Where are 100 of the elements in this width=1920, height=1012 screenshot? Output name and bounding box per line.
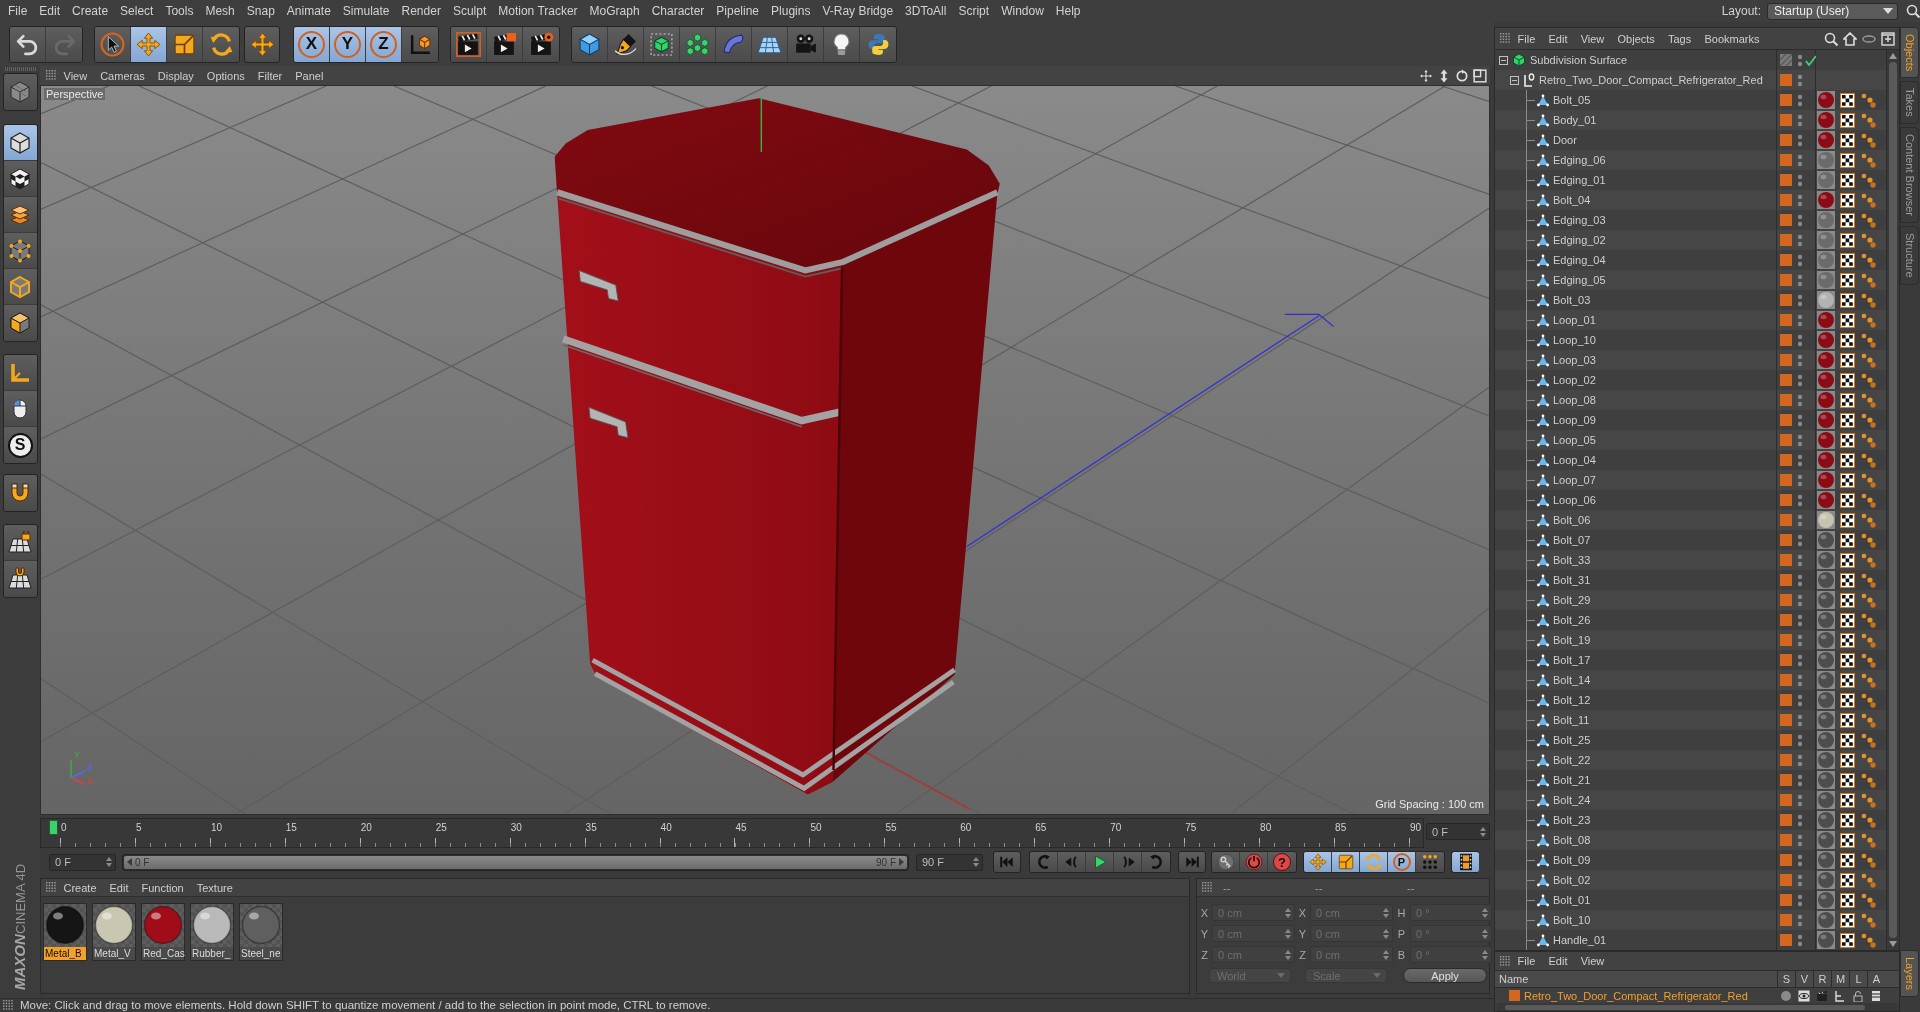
checker-tag-icon[interactable] [1840,772,1855,788]
menu-item[interactable]: Bookmarks [1697,32,1767,45]
checker-tag-icon[interactable] [1840,792,1855,808]
checker-tag-icon[interactable] [1840,92,1855,108]
stacked-bars-icon[interactable] [1870,989,1882,1002]
layer-color-icon[interactable] [1780,594,1792,606]
material-sphere-icon[interactable] [1817,391,1835,409]
dots-tag-icon[interactable] [1860,132,1876,148]
menu-item[interactable]: Create [66,4,115,18]
point-level-button[interactable] [1416,852,1444,872]
column-header[interactable]: S [1777,971,1795,987]
layer-color-icon[interactable] [1780,574,1792,586]
check-icon[interactable] [1805,54,1816,66]
lock-workplane-button[interactable] [3,525,37,561]
object-row[interactable]: Loop_07 [1495,470,1886,490]
visibility-dots-icon[interactable] [1797,473,1803,487]
layer-color-icon[interactable] [1780,354,1792,366]
home-icon[interactable] [1843,31,1857,46]
layer-color-icon[interactable] [1780,234,1792,246]
axis-lock-button[interactable]: X [294,26,330,62]
layer-color-icon[interactable] [1780,414,1792,426]
menu-item[interactable]: Pipeline [710,4,766,18]
go-to-end-button[interactable] [1178,851,1206,873]
visibility-dots-icon[interactable] [1797,913,1803,927]
layer-color-icon[interactable] [1780,774,1792,786]
menu-item[interactable]: File [1511,955,1542,967]
polygons-mode-button[interactable] [3,305,37,341]
material-sphere-icon[interactable] [1817,851,1835,869]
side-tab[interactable]: Objects [1900,27,1919,79]
dots-tag-icon[interactable] [1860,412,1876,428]
dots-tag-icon[interactable] [1860,772,1876,788]
menu-item[interactable]: Objects [1610,32,1662,45]
material-swatch[interactable]: Metal_B [43,903,87,961]
menu-item[interactable]: Filter [251,69,289,82]
visibility-dots-icon[interactable] [1797,573,1803,587]
layer-color-icon[interactable] [1780,274,1792,286]
checker-tag-icon[interactable] [1840,192,1855,208]
material-sphere-icon[interactable] [1817,131,1835,149]
next-frame-button[interactable] [1114,852,1142,872]
menu-item[interactable]: Character [645,4,711,18]
menu-item[interactable]: MoGraph [583,4,646,18]
visibility-dots-icon[interactable] [1797,333,1803,347]
dots-tag-icon[interactable] [1860,292,1876,308]
dots-tag-icon[interactable] [1860,112,1876,128]
dots-tag-icon[interactable] [1860,672,1876,688]
checker-tag-icon[interactable] [1840,512,1855,528]
visibility-dots-icon[interactable] [1797,313,1803,327]
layer-color-icon[interactable] [1780,374,1792,386]
layer-color-icon[interactable] [1780,514,1792,526]
tree-branch-icon[interactable] [1834,989,1846,1002]
column-header[interactable]: A [1867,971,1885,987]
visibility-dots-icon[interactable] [1797,873,1803,887]
menu-item[interactable]: View [1574,955,1611,967]
material-sphere-icon[interactable] [1817,771,1835,789]
dots-tag-icon[interactable] [1860,392,1876,408]
checker-tag-icon[interactable] [1840,832,1855,848]
previous-key-button[interactable] [1030,852,1058,872]
expander-icon[interactable] [1510,75,1519,85]
make-editable-button[interactable] [2,73,38,111]
checker-tag-icon[interactable] [1840,372,1855,388]
column-header[interactable]: V [1795,971,1813,987]
visibility-dots-icon[interactable] [1797,193,1803,207]
dots-tag-icon[interactable] [1860,792,1876,808]
object-row[interactable]: Loop_01 [1495,310,1886,330]
object-row[interactable]: Bolt_10 [1495,910,1886,930]
menu-item[interactable]: Edit [33,4,67,18]
layer-color-icon[interactable] [1780,814,1792,826]
visibility-dots-icon[interactable] [1797,813,1803,827]
visibility-dots-icon[interactable] [1797,733,1803,747]
column-header[interactable]: Name [1495,971,1777,987]
rotate-tool-button[interactable] [203,26,239,62]
layer-color-icon[interactable] [1780,194,1792,206]
horizontal-scrollbar[interactable] [1497,1003,1897,1011]
visibility-dots-icon[interactable] [1797,353,1803,367]
checker-tag-icon[interactable] [1840,292,1855,308]
dots-tag-icon[interactable] [1860,192,1876,208]
help-button[interactable]: ? [1268,852,1296,872]
menu-item[interactable]: 3DToAll [899,4,953,18]
material-sphere-icon[interactable] [1817,591,1835,609]
record-key-button[interactable] [1212,852,1240,872]
texture-mode-button[interactable] [3,161,37,197]
edges-mode-button[interactable] [3,269,37,305]
column-header[interactable]: M [1831,971,1849,987]
layer-color-icon[interactable] [1780,74,1792,86]
visibility-dots-icon[interactable] [1797,53,1803,67]
recent-tool-button[interactable] [244,25,280,63]
start-frame-field[interactable]: 0 F [49,853,116,871]
parameter-track-button[interactable]: P [1388,852,1416,872]
menu-item[interactable]: Options [200,69,252,82]
menu-item[interactable]: Cameras [93,69,152,82]
object-row[interactable]: Bolt_29 [1495,590,1886,610]
checker-tag-icon[interactable] [1840,232,1855,248]
menu-item[interactable]: Tags [1661,32,1698,45]
visibility-dots-icon[interactable] [1797,673,1803,687]
menu-item[interactable]: Display [151,69,201,82]
visibility-dots-icon[interactable] [1797,373,1803,387]
material-sphere-icon[interactable] [1817,571,1835,589]
dots-tag-icon[interactable] [1860,652,1876,668]
apply-button[interactable]: Apply [1403,968,1487,983]
scrollbar-thumb[interactable] [1889,62,1897,938]
